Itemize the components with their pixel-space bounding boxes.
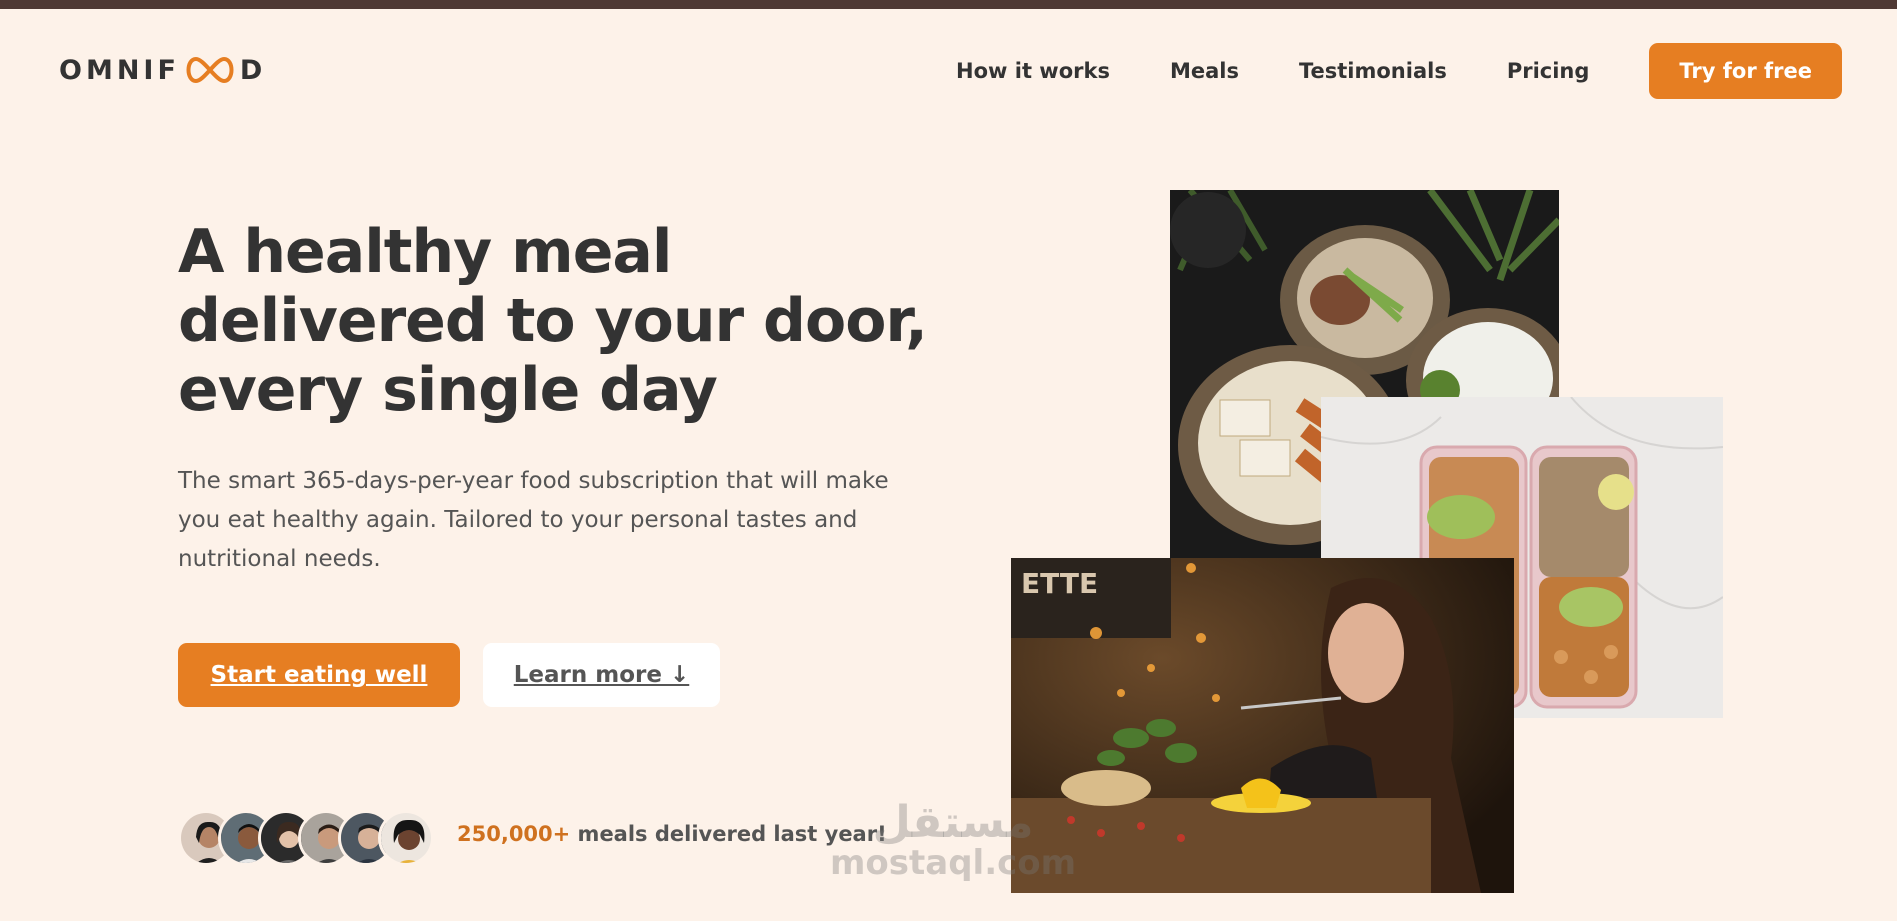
watermark-arabic: مستقل bbox=[872, 797, 1034, 848]
top-accent-bar bbox=[0, 0, 1897, 9]
svg-text:ETTE: ETTE bbox=[1021, 567, 1098, 600]
woman-eating-photo: ETTE bbox=[1011, 558, 1514, 893]
nav-pricing[interactable]: Pricing bbox=[1507, 59, 1590, 83]
mostaql-watermark: مستقل mostaql.com bbox=[830, 797, 1077, 884]
hero-description: The smart 365-days-per-year food subscri… bbox=[178, 468, 889, 573]
hero-title: A healthy meal delivered to your door, e… bbox=[178, 217, 928, 425]
nav-testimonials[interactable]: Testimonials bbox=[1299, 59, 1447, 83]
meals-delivered-stat: 250,000+ meals delivered last year! bbox=[457, 822, 887, 846]
nav-how-it-works[interactable]: How it works bbox=[956, 59, 1110, 83]
watermark-latin: mostaql.com bbox=[830, 843, 1077, 884]
customer-avatars bbox=[178, 810, 434, 866]
logo-text-left: OMNIF bbox=[59, 54, 180, 86]
start-eating-well-button[interactable]: Start eating well bbox=[178, 643, 460, 707]
avatar bbox=[378, 810, 434, 866]
try-for-free-button[interactable]: Try for free bbox=[1649, 43, 1842, 99]
logo-text-right: D bbox=[239, 54, 267, 86]
omnifood-logo[interactable]: OMNIF D bbox=[59, 53, 266, 87]
infinity-logo-icon bbox=[186, 56, 234, 84]
nav-meals[interactable]: Meals bbox=[1170, 59, 1239, 83]
main-navigation: How it works Meals Testimonials Pricing … bbox=[896, 43, 1842, 99]
meals-delivered-count: 250,000+ bbox=[457, 822, 571, 846]
learn-more-button[interactable]: Learn more ↓ bbox=[483, 643, 720, 707]
